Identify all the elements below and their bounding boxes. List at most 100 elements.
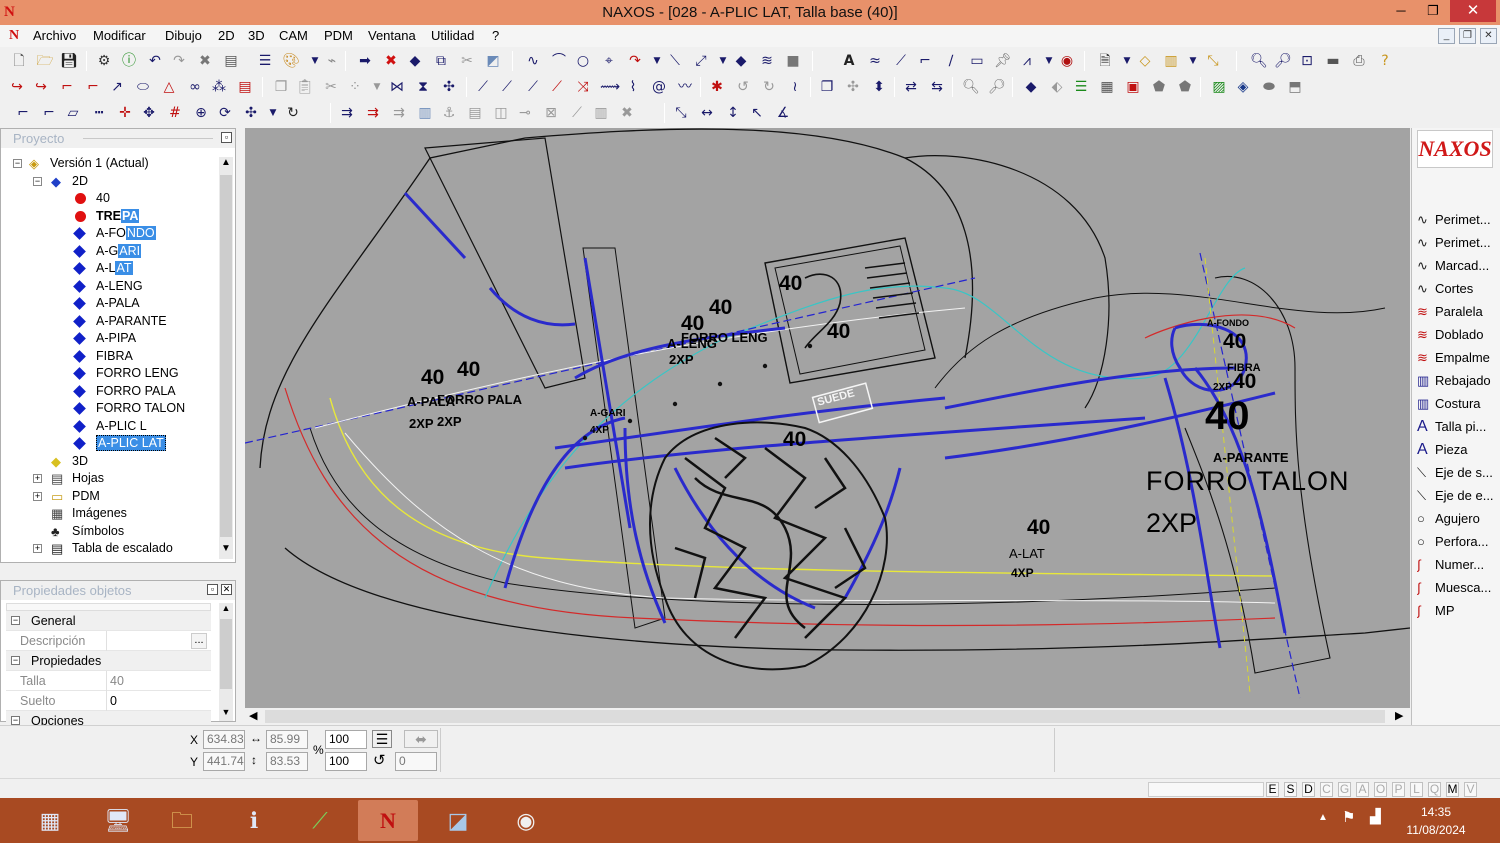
settings-icon[interactable]: ⚙ bbox=[95, 52, 113, 70]
clock-date[interactable]: 11/08/2024 bbox=[1400, 823, 1472, 837]
crosshair-icon[interactable]: ⌖ bbox=[600, 52, 618, 70]
menu-help[interactable]: ? bbox=[492, 28, 499, 43]
palette-tool[interactable]: ∿ Perimet... bbox=[1417, 209, 1500, 231]
palette-tool[interactable]: ≋ Empalme bbox=[1417, 347, 1500, 369]
palette-tool[interactable]: ∫ Numer... bbox=[1417, 554, 1500, 576]
chamfer-icon[interactable]: ⌐ bbox=[58, 78, 76, 96]
tree-expand-icon[interactable]: + bbox=[33, 474, 42, 483]
triangle-icon[interactable]: △ bbox=[160, 78, 178, 96]
tree-collapse-icon[interactable]: − bbox=[33, 176, 42, 186]
snap-toggle[interactable]: M bbox=[1446, 782, 1459, 797]
x-grey-icon[interactable]: ✖ bbox=[618, 104, 636, 122]
mdi-close-button[interactable]: ✕ bbox=[1480, 28, 1497, 44]
circle-icon[interactable]: ○ bbox=[574, 52, 592, 70]
y-coordinate-field[interactable]: 441.74 bbox=[203, 752, 245, 771]
curve-red-icon[interactable]: ↷ bbox=[626, 52, 644, 70]
node-edit-icon[interactable]: ✱ bbox=[708, 78, 726, 96]
cross-red-icon[interactable]: ✛ bbox=[116, 104, 134, 122]
snap-toggle[interactable]: D bbox=[1302, 782, 1315, 797]
spline-icon[interactable]: ∿ bbox=[524, 52, 542, 70]
rotate-cw-icon[interactable]: ↻ bbox=[760, 78, 778, 96]
flag-icon[interactable]: ⚑ bbox=[1342, 808, 1355, 826]
smooth-icon[interactable]: ≀ bbox=[786, 78, 804, 96]
edit-app-icon[interactable]: ◪ bbox=[428, 800, 488, 841]
arrows-icon[interactable]: ⇉ bbox=[338, 104, 356, 122]
wave-tool-icon[interactable]: 〰 bbox=[676, 78, 694, 96]
mdi-restore-button[interactable]: ❐ bbox=[1459, 28, 1476, 44]
flip-v-icon[interactable]: ⧗ bbox=[414, 78, 432, 96]
scroll-thumb[interactable] bbox=[220, 619, 232, 689]
snap-toggle[interactable]: E bbox=[1266, 782, 1279, 797]
property-category[interactable]: − Propiedades bbox=[6, 651, 211, 671]
tree-item[interactable]: A-LAT bbox=[9, 260, 204, 277]
lock-scale-icon[interactable]: ☰ bbox=[372, 730, 392, 748]
rotate-ccw-icon[interactable]: ↺ bbox=[734, 78, 752, 96]
split-table-icon[interactable]: ◫ bbox=[492, 104, 510, 122]
arrow-curve-icon[interactable]: ↗ bbox=[108, 78, 126, 96]
menu-3d[interactable]: 3D bbox=[248, 28, 265, 43]
h-dim-icon[interactable]: ↔ bbox=[698, 104, 716, 122]
panel-pin-button[interactable]: ▫ bbox=[221, 132, 232, 143]
rectangle-fill-icon[interactable]: ■ bbox=[784, 52, 802, 70]
point-icon[interactable]: ◆ bbox=[732, 52, 750, 70]
palette-tool[interactable]: A Pieza bbox=[1417, 439, 1500, 461]
restore-button[interactable]: ❐ bbox=[1416, 0, 1450, 22]
dropdown-arrow-icon[interactable]: ▼ bbox=[1184, 52, 1202, 70]
palette-tool[interactable]: ∫ Muesca... bbox=[1417, 577, 1500, 599]
fillet-icon[interactable]: ↪ bbox=[8, 78, 26, 96]
palette-tool[interactable]: ⟍ Eje de s... bbox=[1417, 462, 1500, 484]
naxos-taskbar-icon[interactable]: N bbox=[358, 800, 418, 841]
snap-toggle[interactable]: P bbox=[1392, 782, 1405, 797]
folder-icon[interactable]: 🗀 bbox=[152, 800, 212, 841]
tree-item[interactable]: ◆ 3D bbox=[9, 453, 204, 470]
tree-item[interactable]: + ▤ Tabla de escalado bbox=[9, 540, 204, 557]
arrows-grey-icon[interactable]: ⇉ bbox=[390, 104, 408, 122]
palette-tool[interactable]: ▥ Rebajado bbox=[1417, 370, 1500, 392]
help-icon[interactable]: ? bbox=[1376, 52, 1394, 70]
network-icon[interactable]: ▟ bbox=[1370, 808, 1381, 825]
doc-shape-icon[interactable]: ▱ bbox=[64, 104, 82, 122]
zoom-icon[interactable]: 🔍︎ bbox=[1250, 52, 1268, 70]
tree-item[interactable]: FORRO PALA bbox=[9, 383, 204, 400]
tree-item[interactable]: A-PLIC L bbox=[9, 418, 204, 435]
snap-toggle[interactable]: L bbox=[1410, 782, 1423, 797]
ellipsis-button[interactable]: ... bbox=[191, 633, 207, 649]
extend-icon[interactable]: ⟋ bbox=[474, 78, 492, 96]
palette-tool[interactable]: ○ Agujero bbox=[1417, 508, 1500, 530]
hscroll-thumb[interactable] bbox=[265, 710, 1385, 723]
rotate-tool-icon[interactable]: ✣ bbox=[440, 78, 458, 96]
flip-h-icon[interactable]: ⋈ bbox=[388, 78, 406, 96]
shape-icon[interactable]: ⬟ bbox=[1150, 78, 1168, 96]
break-icon[interactable]: ⟋ bbox=[524, 78, 542, 96]
refresh-icon[interactable]: ↻ bbox=[284, 104, 302, 122]
zoom-window-icon[interactable]: ⊡ bbox=[1298, 52, 1316, 70]
paste-icon[interactable]: 📋︎ bbox=[296, 78, 314, 96]
x-coordinate-field[interactable]: 634.83 bbox=[203, 730, 245, 749]
scissor-icon[interactable]: ✂ bbox=[458, 52, 476, 70]
menu-modificar[interactable]: Modificar bbox=[93, 28, 146, 43]
split-diamond-icon[interactable]: ⬖ bbox=[1048, 78, 1066, 96]
snap-toggle[interactable]: S bbox=[1284, 782, 1297, 797]
tree-item[interactable]: + ▤ Hojas bbox=[9, 470, 204, 487]
table-tool-icon[interactable]: ▤ bbox=[466, 104, 484, 122]
snap-toggle[interactable]: O bbox=[1374, 782, 1387, 797]
dropdown-arrow-icon[interactable]: ▼ bbox=[714, 52, 732, 70]
undo-icon[interactable]: ↶ bbox=[146, 52, 164, 70]
tree-item[interactable]: A-FONDO bbox=[9, 225, 204, 242]
node-icon[interactable]: ◆ bbox=[406, 52, 424, 70]
rectangle-icon[interactable]: ▭ bbox=[968, 52, 986, 70]
select-icon[interactable]: ⧉ bbox=[432, 52, 450, 70]
search-plus-icon[interactable]: 🔎︎ bbox=[988, 78, 1006, 96]
category-collapse-icon[interactable]: − bbox=[11, 716, 20, 725]
wave-icon[interactable]: ≈ bbox=[866, 52, 884, 70]
dropdown-arrow-icon[interactable]: ▼ bbox=[1118, 52, 1136, 70]
tree-item[interactable]: 40 bbox=[9, 190, 204, 207]
snap-toggle[interactable]: A bbox=[1356, 782, 1369, 797]
align-icon[interactable]: ⬍ bbox=[870, 78, 888, 96]
measure-icon[interactable]: ⤡ bbox=[1204, 52, 1222, 70]
close-button[interactable]: ✕ bbox=[1450, 0, 1496, 22]
corner-tool2-icon[interactable]: ⌐ bbox=[40, 104, 58, 122]
window-icon[interactable]: ▣ bbox=[1124, 78, 1142, 96]
scroll-down-icon[interactable]: ▼ bbox=[219, 707, 233, 721]
spiral-icon[interactable]: @ bbox=[650, 78, 668, 96]
